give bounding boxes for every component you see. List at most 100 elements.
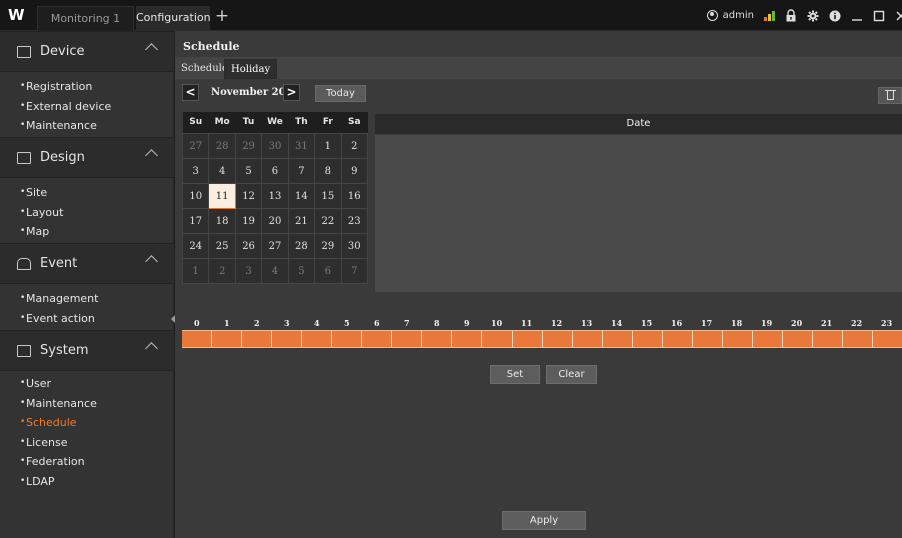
next-month-button[interactable]: > xyxy=(283,84,300,101)
calendar-day[interactable]: 23 xyxy=(340,208,369,234)
hour-cell[interactable] xyxy=(633,331,663,347)
hour-cell[interactable] xyxy=(603,331,633,347)
sidebar-item-user[interactable]: User xyxy=(0,374,174,394)
signal-icon[interactable] xyxy=(764,10,775,21)
sidebar-section-system[interactable]: System xyxy=(0,330,174,371)
calendar-day[interactable]: 1 xyxy=(314,133,342,159)
hour-cell[interactable] xyxy=(362,331,393,347)
hour-timeline[interactable] xyxy=(182,330,902,348)
sidebar-item-ldap[interactable]: LDAP xyxy=(0,472,174,492)
calendar-day[interactable]: 13 xyxy=(261,183,289,209)
prev-month-button[interactable]: < xyxy=(182,84,199,101)
settings-gear-icon[interactable] xyxy=(807,10,819,22)
calendar-day[interactable]: 1 xyxy=(181,258,210,284)
sidebar-item-external-device[interactable]: External device xyxy=(0,97,174,117)
calendar-day[interactable]: 21 xyxy=(287,208,316,234)
calendar-day[interactable]: 12 xyxy=(234,183,263,209)
sidebar-item-site[interactable]: Site xyxy=(0,183,174,203)
calendar-day[interactable]: 28 xyxy=(208,133,236,159)
calendar-day[interactable]: 28 xyxy=(287,233,316,259)
calendar-day[interactable]: 17 xyxy=(181,208,210,234)
calendar-day[interactable]: 7 xyxy=(340,258,369,284)
calendar-day[interactable]: 6 xyxy=(314,258,342,284)
calendar-day[interactable]: 9 xyxy=(340,158,369,184)
hour-cell[interactable] xyxy=(843,331,874,347)
hour-cell[interactable] xyxy=(182,331,213,347)
delete-button[interactable] xyxy=(878,87,902,104)
hour-cell[interactable] xyxy=(422,331,453,347)
calendar-day[interactable]: 22 xyxy=(314,208,342,234)
calendar-day[interactable]: 29 xyxy=(234,133,263,159)
hour-cell[interactable] xyxy=(693,331,723,347)
today-button[interactable]: Today xyxy=(315,85,366,102)
info-icon[interactable] xyxy=(829,10,841,22)
calendar-day[interactable]: 30 xyxy=(261,133,289,159)
hour-cell[interactable] xyxy=(663,331,693,347)
calendar-day[interactable]: 3 xyxy=(181,158,210,184)
calendar-day[interactable]: 31 xyxy=(287,133,316,159)
hour-cell[interactable] xyxy=(873,331,902,347)
tab-configuration[interactable]: Configuration xyxy=(136,6,211,31)
minimize-icon[interactable] xyxy=(851,10,863,22)
calendar-day[interactable]: 24 xyxy=(181,233,210,259)
calendar-day[interactable]: 27 xyxy=(181,133,210,159)
calendar-day[interactable]: 5 xyxy=(234,158,263,184)
sidebar-item-federation[interactable]: Federation xyxy=(0,452,174,472)
sidebar-item-schedule[interactable]: Schedule xyxy=(0,413,174,433)
calendar-day[interactable]: 11 xyxy=(208,183,236,209)
sidebar-item-license[interactable]: License xyxy=(0,433,174,453)
hour-cell[interactable] xyxy=(543,331,573,347)
calendar-day[interactable]: 2 xyxy=(208,258,236,284)
close-icon[interactable] xyxy=(895,10,902,22)
sidebar-item-system-maintenance[interactable]: Maintenance xyxy=(0,394,174,414)
calendar-day[interactable]: 4 xyxy=(261,258,289,284)
calendar-day[interactable]: 29 xyxy=(314,233,342,259)
hour-cell[interactable] xyxy=(332,331,363,347)
hour-cell[interactable] xyxy=(242,331,273,347)
calendar-day[interactable]: 2 xyxy=(340,133,369,159)
calendar-day[interactable]: 25 xyxy=(208,233,236,259)
calendar-day[interactable]: 19 xyxy=(234,208,263,234)
add-tab-button[interactable]: + xyxy=(213,7,231,27)
clear-button[interactable]: Clear xyxy=(546,365,597,384)
sidebar-section-design[interactable]: Design xyxy=(0,137,174,178)
calendar-day[interactable]: 8 xyxy=(314,158,342,184)
hour-cell[interactable] xyxy=(302,331,333,347)
tab-holiday[interactable]: Holiday xyxy=(224,59,278,79)
sidebar-item-event-action[interactable]: Event action xyxy=(0,309,174,329)
calendar-day[interactable]: 10 xyxy=(181,183,210,209)
hour-cell[interactable] xyxy=(783,331,813,347)
calendar-day[interactable]: 27 xyxy=(261,233,289,259)
hour-cell[interactable] xyxy=(212,331,243,347)
hour-cell[interactable] xyxy=(272,331,303,347)
maximize-icon[interactable] xyxy=(873,10,885,22)
lock-icon[interactable] xyxy=(785,9,797,22)
hour-cell[interactable] xyxy=(392,331,423,347)
hour-cell[interactable] xyxy=(753,331,783,347)
calendar-day[interactable]: 18 xyxy=(208,208,236,234)
calendar-day[interactable]: 30 xyxy=(340,233,369,259)
calendar-day[interactable]: 5 xyxy=(287,258,316,284)
user-menu[interactable]: admin xyxy=(706,10,754,21)
hour-cell[interactable] xyxy=(813,331,844,347)
calendar-day[interactable]: 7 xyxy=(287,158,316,184)
apply-button[interactable]: Apply xyxy=(502,511,586,530)
hour-cell[interactable] xyxy=(452,331,483,347)
calendar-day[interactable]: 16 xyxy=(340,183,369,209)
calendar-day[interactable]: 26 xyxy=(234,233,263,259)
hour-cell[interactable] xyxy=(482,331,513,347)
calendar-day[interactable]: 15 xyxy=(314,183,342,209)
calendar-day[interactable]: 3 xyxy=(234,258,263,284)
sidebar-item-registration[interactable]: Registration xyxy=(0,77,174,97)
hour-cell[interactable] xyxy=(513,331,543,347)
set-button[interactable]: Set xyxy=(490,365,540,384)
calendar-day[interactable]: 6 xyxy=(261,158,289,184)
sidebar-item-layout[interactable]: Layout xyxy=(0,203,174,223)
sidebar-item-map[interactable]: Map xyxy=(0,222,174,242)
hour-cell[interactable] xyxy=(573,331,603,347)
sidebar-section-device[interactable]: Device xyxy=(0,31,174,72)
sidebar-item-maintenance[interactable]: Maintenance xyxy=(0,116,174,136)
hour-cell[interactable] xyxy=(723,331,753,347)
calendar-day[interactable]: 14 xyxy=(287,183,316,209)
calendar-day[interactable]: 20 xyxy=(261,208,289,234)
